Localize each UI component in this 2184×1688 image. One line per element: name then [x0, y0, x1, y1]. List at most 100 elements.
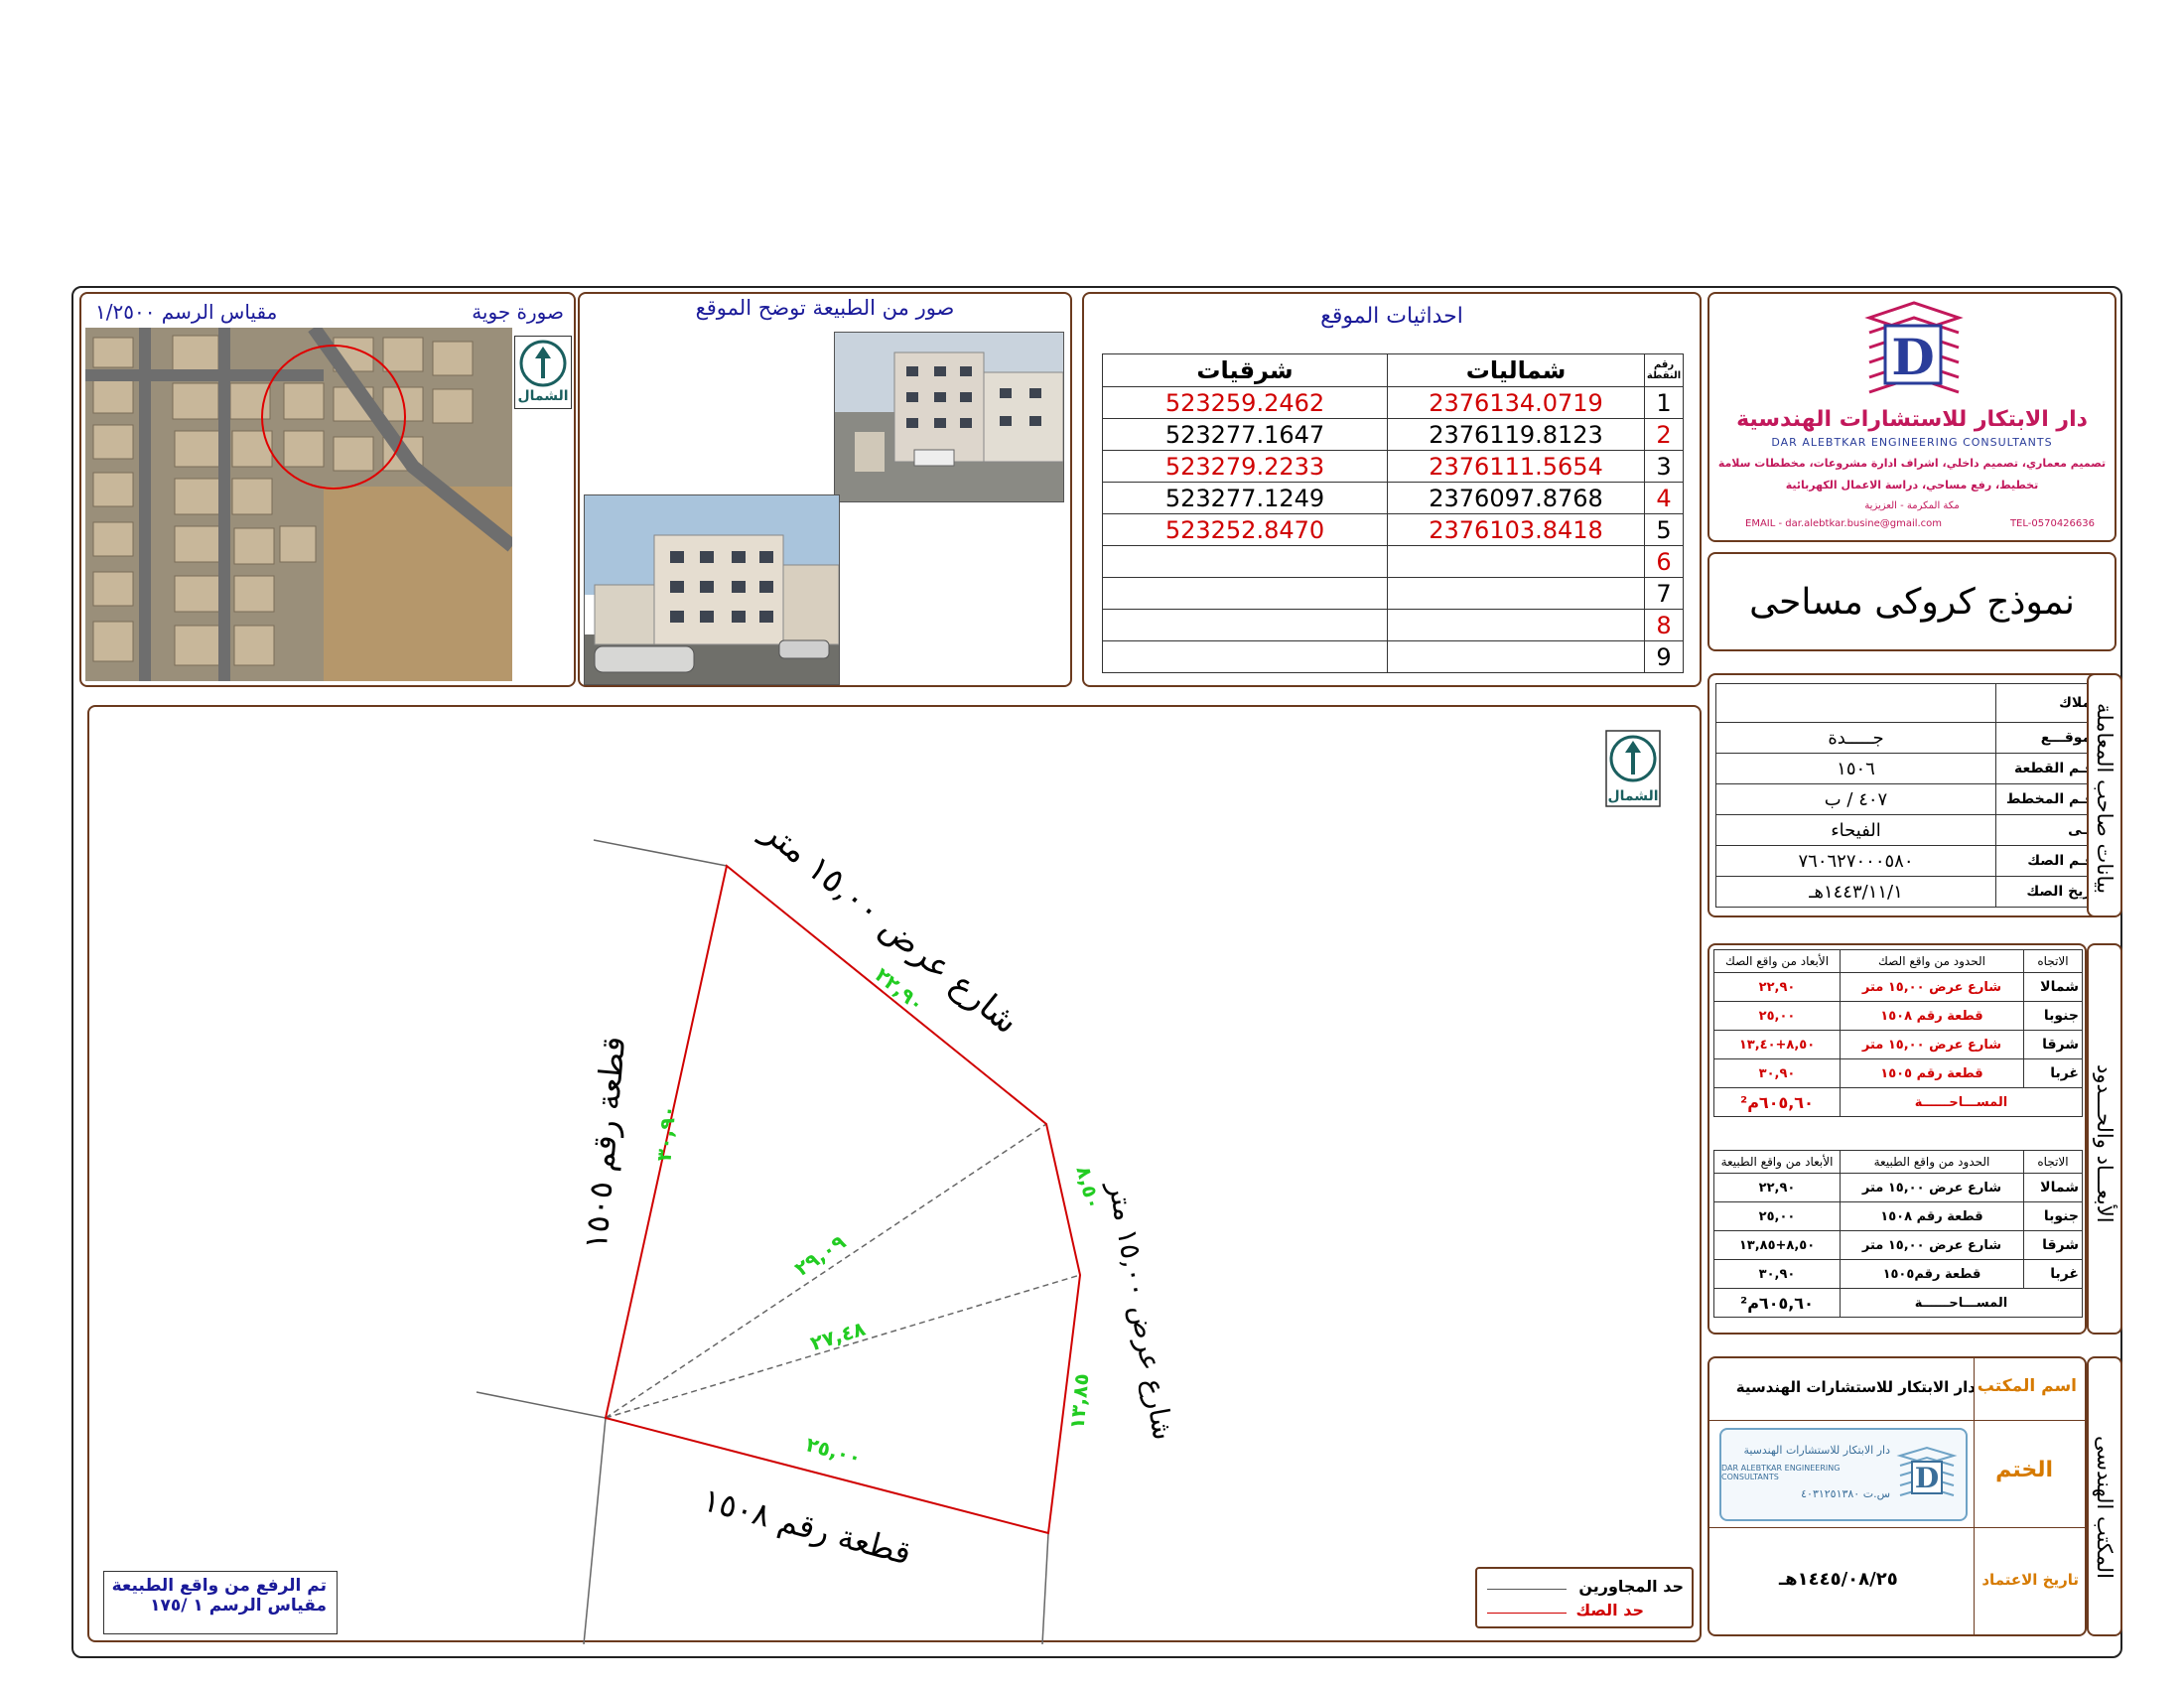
eng-stamp-label: الختم — [1995, 1458, 2053, 1482]
coord-east — [1102, 640, 1388, 673]
office-email: EMAIL - dar.alebtkar.busine@gmail.com — [1745, 518, 1943, 529]
bounds-direction: شرقا — [2023, 1230, 2083, 1260]
owner-row: الملاك — [1715, 683, 2109, 723]
bounds-row: ٢٢,٩٠ شارع عرض ١٥,٠٠ متر شمالا — [1713, 972, 2083, 1002]
eng-name-value: دار الابتكار للاستشارات الهندسية — [1735, 1378, 1976, 1396]
coord-header-point: رقم النقطة — [1644, 353, 1684, 387]
aerial-scale: مقياس الرسم ١/٢٥٠٠ — [95, 300, 278, 324]
aerial-north-box: الشمال — [514, 336, 572, 409]
coord-point-number: 2 — [1644, 418, 1684, 451]
owner-row: ١٥٠٦ رقـم القطعة — [1715, 753, 2109, 784]
coord-point-number: 7 — [1644, 577, 1684, 610]
bounds-boundary: شارع عرض ١٥,٠٠ متر — [1840, 972, 2024, 1002]
bounds-boundary: قطعة رقم ١٥٠٥ — [1840, 1058, 2024, 1088]
eng-date-label: تاريخ الاعتماد — [1981, 1571, 2079, 1589]
owner-row: جـــــدة الموقـــع — [1715, 722, 2109, 754]
plot-west-label: قطعة رقم ١٥٠٥ — [577, 1035, 633, 1251]
owner-row: ١٤٤٣/١١/١هـ تاريخ الصك — [1715, 876, 2109, 908]
coord-north: 2376134.0719 — [1386, 386, 1646, 419]
coord-east: 523259.2462 — [1102, 386, 1388, 419]
coordinates-title: احداثيات الموقع — [1320, 304, 1463, 329]
bounds-direction: غربا — [2023, 1058, 2083, 1088]
owner-row: ٧٦٠٦٢٧٠٠٠٥٨٠ رقـم الصك — [1715, 845, 2109, 877]
coord-row: 523252.8470 2376103.8418 5 — [1102, 513, 1684, 546]
bounds-section-label: الأبعـــاد والحـــدود — [2093, 1064, 2116, 1223]
office-name-en: DAR ALEBTKAR ENGINEERING CONSULTANTS — [1771, 436, 2053, 449]
office-logo-icon: D — [1864, 301, 1964, 394]
stamp-number: س.ت ٤٠٣١٢٥١٣٨٠ — [1801, 1487, 1890, 1500]
coordinates-table: شرقيات شماليات رقم النقطة 523259.2462 237… — [1102, 353, 1684, 673]
deed-boundary — [604, 864, 1082, 1535]
bounds-dimension: ٨,٥٠+١٣,٨٥ — [1713, 1230, 1841, 1260]
neighbor-line-w-down — [583, 1417, 607, 1644]
stamp-text-en: DAR ALEBTKAR ENGINEERING CONSULTANTS — [1721, 1464, 1841, 1481]
north-arrow-icon — [519, 340, 567, 387]
site-bounds-table: الأبعاد من واقع الطبيعة الحدود من واقع ا… — [1713, 1150, 2083, 1318]
office-header-panel: D دار الابتكار للاستشارات الهندسية DAR A… — [1707, 292, 2116, 542]
site-header-dim: الأبعاد من واقع الطبيعة — [1713, 1150, 1841, 1174]
street-north-label: شارع عرض ١٥,٠٠ متر — [753, 810, 1026, 1042]
dim-east-top: ٨,٥٠ — [1071, 1164, 1106, 1212]
eng-name-label: اسم المكتب — [1977, 1376, 2077, 1396]
coord-row: 7 — [1102, 577, 1684, 610]
coord-row: 6 — [1102, 545, 1684, 578]
coord-row: 523277.1647 2376119.8123 2 — [1102, 418, 1684, 451]
svg-text:D: D — [1891, 328, 1934, 386]
bounds-row: ٨,٥٠+١٣,٨٥ شارع عرض ١٥,٠٠ متر شرقا — [1713, 1230, 2083, 1260]
coord-east: 523277.1249 — [1102, 482, 1388, 514]
coord-north — [1386, 577, 1646, 610]
coord-east: 523252.8470 — [1102, 513, 1388, 546]
coord-east — [1102, 609, 1388, 641]
plot-south-label: قطعة رقم ١٥٠٨ — [699, 1480, 915, 1572]
aerial-photo — [85, 328, 512, 681]
coord-east: 523279.2233 — [1102, 450, 1388, 483]
deed-bounds-table: الأبعاد من واقع الصك الحدود من واقع الصك… — [1713, 949, 2083, 1117]
site-photo-1 — [834, 332, 1064, 502]
bounds-direction: شمالا — [2023, 1173, 2083, 1202]
site-area-label: المســـاحــــــة — [1840, 1288, 2083, 1318]
coord-north — [1386, 545, 1646, 578]
coord-east — [1102, 577, 1388, 610]
site-photo-2 — [584, 494, 840, 685]
bounds-row: ٨,٥٠+١٣,٤٠ شارع عرض ١٥,٠٠ متر شرقا — [1713, 1030, 2083, 1059]
office-address: مكة المكرمة - العزيزية — [1864, 500, 1960, 511]
coord-east — [1102, 545, 1388, 578]
site-header-dir: الاتجاه — [2023, 1150, 2083, 1174]
bounds-section-tab: الأبعـــاد والحـــدود — [2087, 943, 2122, 1335]
bounds-dimension: ٢٥,٠٠ — [1713, 1001, 1841, 1031]
bounds-row: ٢٥,٠٠ قطعة رقم ١٥٠٨ جنوبا — [1713, 1001, 2083, 1031]
owner-section-tab: بيانات صاحب المعاملة — [2087, 673, 2122, 917]
coord-north — [1386, 609, 1646, 641]
dim-west: ٣٠,٩٠ — [652, 1104, 681, 1162]
diagonal-1 — [605, 1123, 1047, 1419]
bounds-direction: جنوبا — [2023, 1001, 2083, 1031]
owner-table: الملاك جـــــدة الموقـــع ١٥٠٦ رقـم القطعة ٤٠… — [1715, 683, 2109, 908]
owner-field-value: ٤٠٧ / ب — [1715, 783, 1996, 815]
coord-row: 8 — [1102, 609, 1684, 641]
form-title: نموذج كروكى مساحى — [1749, 582, 2075, 623]
aerial-panel: صورة جوية مقياس الرسم ١/٢٥٠٠ الشمال — [79, 292, 576, 687]
form-title-panel: نموذج كروكى مساحى — [1707, 552, 2116, 651]
coord-point-number: 9 — [1644, 640, 1684, 673]
engineering-section-label: المكتب الهندسى — [2093, 1436, 2116, 1579]
aerial-image — [85, 328, 512, 681]
deed-area-label: المســـاحــــــة — [1840, 1087, 2083, 1117]
deed-area-value: ٦٠٥,٦٠م² — [1713, 1087, 1841, 1117]
coord-header-east: شرقيات — [1102, 353, 1388, 387]
bounds-dimension: ٣٠,٩٠ — [1713, 1058, 1841, 1088]
coord-row: 523259.2462 2376134.0719 1 — [1102, 386, 1684, 419]
office-services-1: تصميم معماري، تصميم داخلي، اشراف ادارة م… — [1717, 457, 2107, 470]
bounds-panel: الأبعاد من واقع الصك الحدود من واقع الصك… — [1707, 943, 2087, 1335]
photos-panel: صور من الطبيعة توضح الموقع — [578, 292, 1072, 687]
owner-field-value: ١٥٠٦ — [1715, 753, 1996, 784]
bounds-boundary: شارع عرض ١٥,٠٠ متر — [1840, 1173, 2024, 1202]
bounds-boundary: شارع عرض ١٥,٠٠ متر — [1840, 1230, 2024, 1260]
coord-row: 523277.1249 2376097.8768 4 — [1102, 482, 1684, 514]
legend-neighbors-line — [1487, 1589, 1567, 1590]
photos-title: صور من الطبيعة توضح الموقع — [695, 296, 955, 320]
bounds-row: ٢٥,٠٠ قطعة رقم ١٥٠٨ جنوبا — [1713, 1201, 2083, 1231]
coord-north: 2376097.8768 — [1386, 482, 1646, 514]
bounds-direction: غربا — [2023, 1259, 2083, 1289]
eng-date-value: ١٤٤٥/٠٨/٢٥هـ — [1779, 1569, 1898, 1590]
street-east-label: شارع عرض ١٥,٠٠ متر — [1102, 1178, 1179, 1443]
